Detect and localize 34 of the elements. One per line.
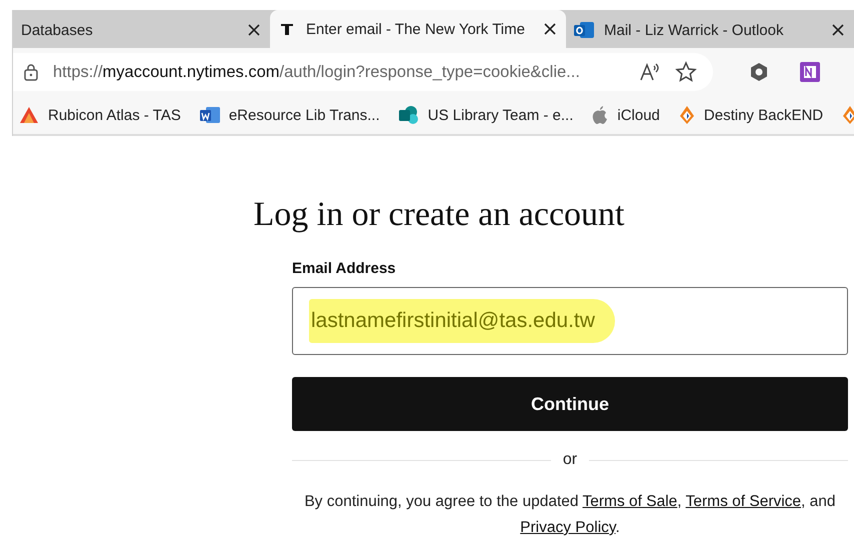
bookmark-link[interactable]: eResource Lib Trans... [200,106,380,124]
bookmark-link[interactable]: US Library Team - e... [398,105,574,125]
close-icon[interactable] [832,24,844,36]
bookmark-icon[interactable] [842,105,854,125]
url-text: https://myaccount.nytimes.com/auth/login?response_type=cookie&clie... [53,62,581,82]
apple-icon [592,106,608,124]
address-bar[interactable]: https://myaccount.nytimes.com/auth/login?response_type=cookie&clie... [13,53,713,91]
bookmark-link[interactable]: Destiny BackEND [678,105,824,125]
divider-text: or [562,451,578,469]
policy-link[interactable]: Terms of Sale [582,493,678,510]
close-icon[interactable] [544,23,556,35]
drop-logo-icon [678,105,695,125]
notebook-app-icon[interactable] [799,61,821,83]
browser-tab[interactable]: Mail - Liz Warrick - Outlook [566,12,854,48]
policy-link[interactable]: Privacy Policy [520,519,616,536]
read-aloud-icon[interactable] [639,62,661,82]
browser-tab[interactable]: Databases [13,12,270,48]
field-label: Email Address [292,260,397,277]
lock-icon [23,63,39,81]
legal-text: By continuing, you agree to the updated Terms of Sale, Terms of Service, and Privacy Policy. [303,492,837,538]
star-icon[interactable] [675,61,697,83]
policy-link[interactable]: Terms of Service [686,493,802,510]
bookmark-link[interactable]: Rubicon Atlas - TAS [19,106,181,124]
close-icon[interactable] [248,24,260,36]
team-site-icon [398,105,419,125]
triangle-logo-icon [19,106,39,124]
email-field[interactable]: lastnamefirstinitial@tas.edu.tw [292,287,848,355]
page-heading: Log in or create an account [254,196,624,234]
browser-tab[interactable]: Enter email - The New York Time [270,10,566,48]
mail-app-icon [574,21,594,39]
hexagon-icon[interactable] [749,62,769,82]
document-app-icon [200,106,220,124]
continue-button[interactable]: Continue [292,377,848,431]
bookmark-link[interactable]: iCloud [592,106,660,124]
